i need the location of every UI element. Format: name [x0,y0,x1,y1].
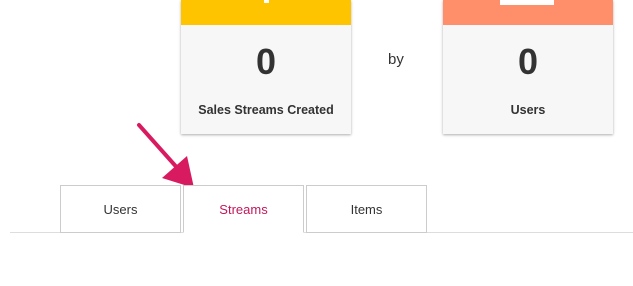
tab-label: Streams [219,201,268,217]
by-connector-text: by [388,51,404,68]
stat-card-users: 0 Users [443,0,613,134]
header-icon [264,0,269,3]
stats-screen: 0 Sales Streams Created by 0 Users Users… [0,0,633,286]
stat-card-streams-created: 0 Sales Streams Created [181,0,351,134]
tab-items[interactable]: Items [306,185,427,233]
stat-value: 0 [517,41,539,82]
stat-value: 0 [255,41,277,82]
stat-label: Users [510,103,546,117]
stat-card-header [181,0,351,25]
tab-label: Items [350,201,383,217]
tab-users[interactable]: Users [60,185,181,233]
tab-streams[interactable]: Streams [183,185,304,233]
header-icon [500,0,554,5]
tab-label: Users [103,201,138,217]
stat-card-header [443,0,613,25]
stat-label: Sales Streams Created [198,103,334,117]
